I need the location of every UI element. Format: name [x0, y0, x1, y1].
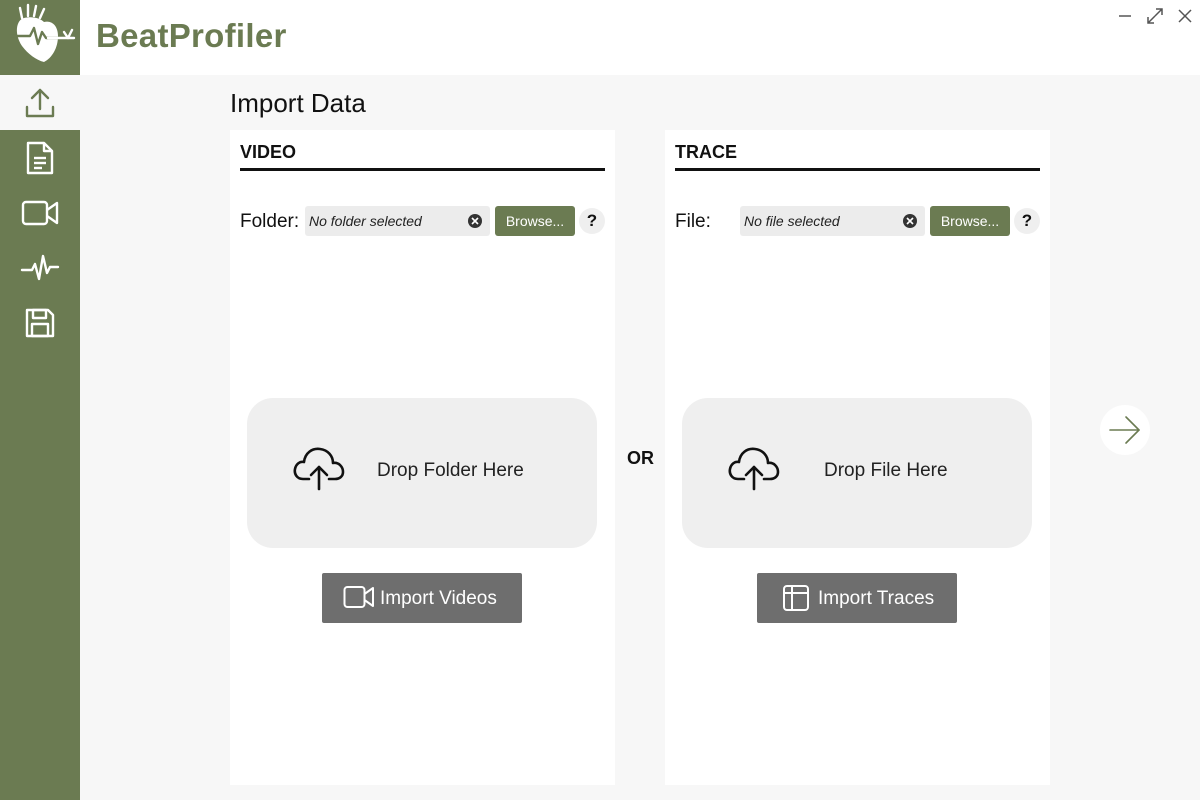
page-title: Import Data [230, 88, 366, 118]
folder-label: Folder: [240, 211, 300, 232]
import-traces-label: Import Traces [818, 588, 935, 609]
import-traces-button[interactable]: Import Traces [757, 573, 957, 623]
clear-icon [471, 217, 479, 225]
folder-path-field[interactable]: No folder selected [305, 206, 490, 236]
sidebar-item-document[interactable] [0, 130, 80, 185]
arrow-right-icon [1109, 416, 1140, 444]
video-panel: VIDEO Folder: No folder selected Browse.… [230, 130, 615, 785]
cloud-upload-icon [293, 447, 345, 491]
close-icon [1178, 9, 1192, 23]
clear-folder-button[interactable] [468, 214, 482, 228]
heart-logo-icon [8, 3, 76, 62]
folder-path-value: No folder selected [309, 213, 422, 229]
video-icon [343, 586, 374, 608]
file-help-button[interactable]: ? [1014, 208, 1040, 234]
import-videos-label: Import Videos [380, 588, 497, 609]
minimize-button[interactable] [1113, 4, 1137, 28]
app-name: BeatProfiler [96, 17, 287, 54]
folder-help-button[interactable]: ? [579, 208, 605, 234]
minimize-icon [1119, 15, 1131, 17]
file-path-value: No file selected [744, 213, 840, 229]
maximize-button[interactable] [1143, 4, 1167, 28]
video-icon [21, 200, 59, 225]
app-logo [0, 0, 80, 75]
close-button[interactable] [1173, 4, 1197, 28]
heartbeat-icon [20, 254, 60, 280]
folder-drop-zone[interactable]: Drop Folder Here [247, 398, 597, 548]
file-drop-label: Drop File Here [824, 460, 948, 481]
file-label: File: [675, 211, 711, 232]
import-videos-button[interactable]: Import Videos [322, 573, 522, 623]
sidebar-item-video[interactable] [0, 185, 80, 240]
clear-file-button[interactable] [903, 214, 917, 228]
clear-icon [906, 217, 914, 225]
table-icon [783, 585, 809, 611]
trace-panel-header: TRACE [675, 142, 1040, 171]
maximize-icon [1147, 8, 1163, 24]
browse-folder-button[interactable]: Browse... [495, 206, 575, 236]
sidebar-item-import[interactable] [0, 75, 80, 130]
video-panel-header: VIDEO [240, 142, 605, 171]
browse-file-button[interactable]: Browse... [930, 206, 1010, 236]
folder-drop-label: Drop Folder Here [377, 460, 524, 481]
title-bar: BeatProfiler [0, 0, 1200, 75]
trace-panel: TRACE File: No file selected Browse... ?… [665, 130, 1050, 785]
sidebar-item-save[interactable] [0, 295, 80, 350]
file-path-field[interactable]: No file selected [740, 206, 925, 236]
document-icon [26, 141, 54, 174]
save-icon [25, 308, 55, 337]
next-button[interactable] [1100, 405, 1150, 455]
or-separator: OR [627, 448, 654, 468]
file-drop-zone[interactable]: Drop File Here [682, 398, 1032, 548]
sidebar-item-trace[interactable] [0, 240, 80, 295]
cloud-upload-icon [728, 447, 780, 491]
upload-icon [25, 88, 55, 117]
sidebar [0, 75, 80, 800]
